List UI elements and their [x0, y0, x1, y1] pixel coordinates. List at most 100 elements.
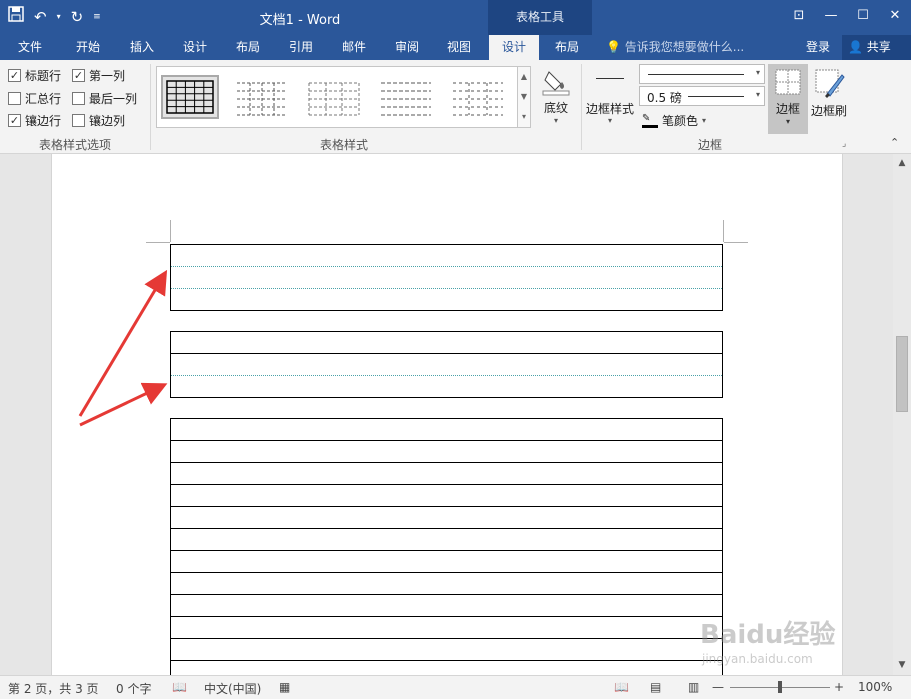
login-link[interactable]: 登录 — [806, 35, 830, 60]
border-styles-button[interactable]: 边框样式 — [586, 100, 634, 117]
tab-review[interactable]: 审阅 — [385, 35, 429, 60]
pen-color-label: 笔颜色 — [662, 114, 699, 128]
zoom-level[interactable]: 100% — [858, 680, 892, 694]
checkbox-unchecked-icon — [72, 92, 85, 105]
border-painter-label: 边框刷 — [810, 104, 847, 118]
language-indicator[interactable]: 中文(中国) — [204, 680, 261, 697]
zoom-out-icon[interactable]: — — [712, 680, 724, 694]
ribbon-display-icon[interactable]: ⊡ — [783, 0, 815, 32]
tab-table-design[interactable]: 设计 — [489, 35, 539, 60]
tell-me-text: 告诉我您想要做什么... — [624, 40, 745, 54]
minimize-icon[interactable]: — — [815, 0, 847, 32]
maximize-icon[interactable]: ☐ — [847, 0, 879, 32]
checkbox-unchecked-icon — [72, 114, 85, 127]
gallery-up-icon[interactable]: ▲ — [518, 67, 530, 87]
vertical-scrollbar[interactable]: ▲ ▼ — [893, 154, 911, 675]
tab-mailings[interactable]: 邮件 — [332, 35, 376, 60]
lightbulb-icon: 💡 — [606, 40, 621, 54]
scroll-up-icon[interactable]: ▲ — [893, 158, 911, 168]
pen-icon: ✎ — [642, 113, 658, 128]
status-bar: 第 2 页，共 3 页 0 个字 📖 中文(中国) ▦ 📖 ▤ ▥ — + 10… — [0, 675, 911, 699]
ribbon-panel: ✓ 标题行 ✓ 第一列 汇总行 最后一列 ✓ 镶边行 镶边列 表格样式选项 ▲ … — [0, 60, 911, 154]
annotation-arrow-up — [78, 269, 168, 417]
group-divider — [150, 64, 151, 150]
share-label: 共享 — [866, 40, 891, 54]
gallery-scroll: ▲ ▼ ▾ — [517, 66, 531, 128]
zoom-slider-thumb[interactable] — [778, 681, 782, 693]
checkbox-label: 汇总行 — [25, 92, 62, 106]
scroll-thumb[interactable] — [896, 336, 908, 412]
chevron-down-icon: ▾ — [702, 116, 707, 125]
annotation-arrows — [78, 269, 168, 427]
word-count[interactable]: 0 个字 — [116, 680, 151, 697]
document-area: Baidu经验 jingyan.baidu.com — [0, 154, 893, 675]
line-weight-dropdown[interactable]: 0.5 磅 ▾ — [639, 86, 765, 106]
tab-home[interactable]: 开始 — [66, 35, 110, 60]
line-style-dropdown[interactable]: ▾ — [639, 64, 765, 84]
chevron-down-icon: ▾ — [755, 68, 760, 77]
collapse-ribbon-icon[interactable]: ⌃ — [890, 136, 899, 149]
proofing-icon[interactable]: 📖 — [172, 680, 187, 694]
watermark-logo: Baidu经验 — [700, 620, 836, 650]
tab-references[interactable]: 引用 — [279, 35, 323, 60]
chevron-down-icon: ▾ — [553, 116, 558, 125]
borders-grid-icon — [775, 69, 801, 95]
tab-layout[interactable]: 布局 — [226, 35, 270, 60]
gallery-more-icon[interactable]: ▾ — [518, 107, 530, 127]
tab-design[interactable]: 设计 — [173, 35, 217, 60]
checkbox-checked-icon: ✓ — [8, 114, 21, 127]
border-painter-button[interactable]: 边框刷 — [808, 64, 850, 119]
shading-label: 底纹 — [543, 101, 568, 115]
tell-me-box[interactable]: 💡 告诉我您想要做什么... — [606, 35, 744, 60]
ribbon-tab-bar: 文件 开始 插入 设计 布局 引用 邮件 审阅 视图 设计 布局 💡 告诉我您想… — [0, 35, 911, 60]
gallery-down-icon[interactable]: ▼ — [518, 87, 530, 107]
scroll-down-icon[interactable]: ▼ — [893, 660, 911, 670]
pen-weight-value: 0.5 磅 — [647, 91, 682, 105]
checkbox-banded-rows[interactable]: ✓ 镶边行 — [8, 112, 61, 129]
tab-file[interactable]: 文件 — [6, 35, 54, 60]
checkbox-checked-icon: ✓ — [8, 69, 21, 82]
group-label-style-options: 表格样式选项 — [38, 138, 111, 152]
table-style-grid-selected[interactable] — [161, 75, 219, 119]
pen-color-button[interactable]: ✎ 笔颜色 ▾ — [642, 112, 706, 129]
macro-icon[interactable]: ▦ — [279, 680, 290, 694]
chevron-down-icon: ▾ — [755, 90, 760, 99]
share-button[interactable]: 👤 共享 — [842, 35, 911, 60]
page-count[interactable]: 第 2 页，共 3 页 — [8, 680, 99, 697]
tab-insert[interactable]: 插入 — [120, 35, 164, 60]
zoom-in-icon[interactable]: + — [834, 680, 844, 694]
line-style-preview — [648, 74, 744, 75]
borders-button[interactable]: 边框 ▾ — [768, 64, 808, 134]
table-style-minimal[interactable] — [449, 75, 507, 119]
border-painter-icon — [815, 69, 845, 98]
print-layout-icon[interactable]: ▤ — [650, 680, 661, 694]
line-weight-preview — [688, 96, 744, 97]
table-style-plain-rows[interactable] — [377, 75, 435, 119]
checkbox-header-row[interactable]: ✓ 标题行 — [8, 67, 61, 84]
web-layout-icon[interactable]: ▥ — [688, 680, 699, 694]
checkbox-banded-columns[interactable]: 镶边列 — [72, 112, 125, 129]
checkbox-label: 镶边列 — [89, 114, 126, 128]
annotation-arrow-right — [79, 382, 168, 427]
checkbox-label: 镶边行 — [25, 114, 62, 128]
close-icon[interactable]: ✕ — [879, 0, 911, 32]
checkbox-checked-icon: ✓ — [72, 69, 85, 82]
read-mode-icon[interactable]: 📖 — [614, 680, 629, 694]
tab-view[interactable]: 视图 — [437, 35, 481, 60]
checkbox-label: 最后一列 — [89, 92, 138, 106]
borders-label: 边框 — [775, 102, 800, 116]
table-style-light-grid[interactable] — [305, 75, 363, 119]
tab-table-layout[interactable]: 布局 — [543, 35, 591, 60]
table-tools-context-title: 表格工具 — [488, 0, 592, 35]
table-style-dashed-grid[interactable] — [233, 75, 291, 119]
checkbox-first-column[interactable]: ✓ 第一列 — [72, 67, 125, 84]
checkbox-last-column[interactable]: 最后一列 — [72, 90, 137, 107]
checkbox-label: 第一列 — [89, 69, 126, 83]
chevron-down-icon: ▾ — [785, 117, 790, 126]
checkbox-total-row[interactable]: 汇总行 — [8, 90, 61, 107]
group-label-table-styles: 表格样式 — [319, 138, 368, 152]
table-styles-gallery — [156, 66, 520, 128]
paint-bucket-icon — [542, 71, 570, 96]
shading-button[interactable]: 底纹 ▾ — [538, 66, 574, 125]
dialog-launcher-icon[interactable]: ⌟ — [842, 139, 846, 149]
